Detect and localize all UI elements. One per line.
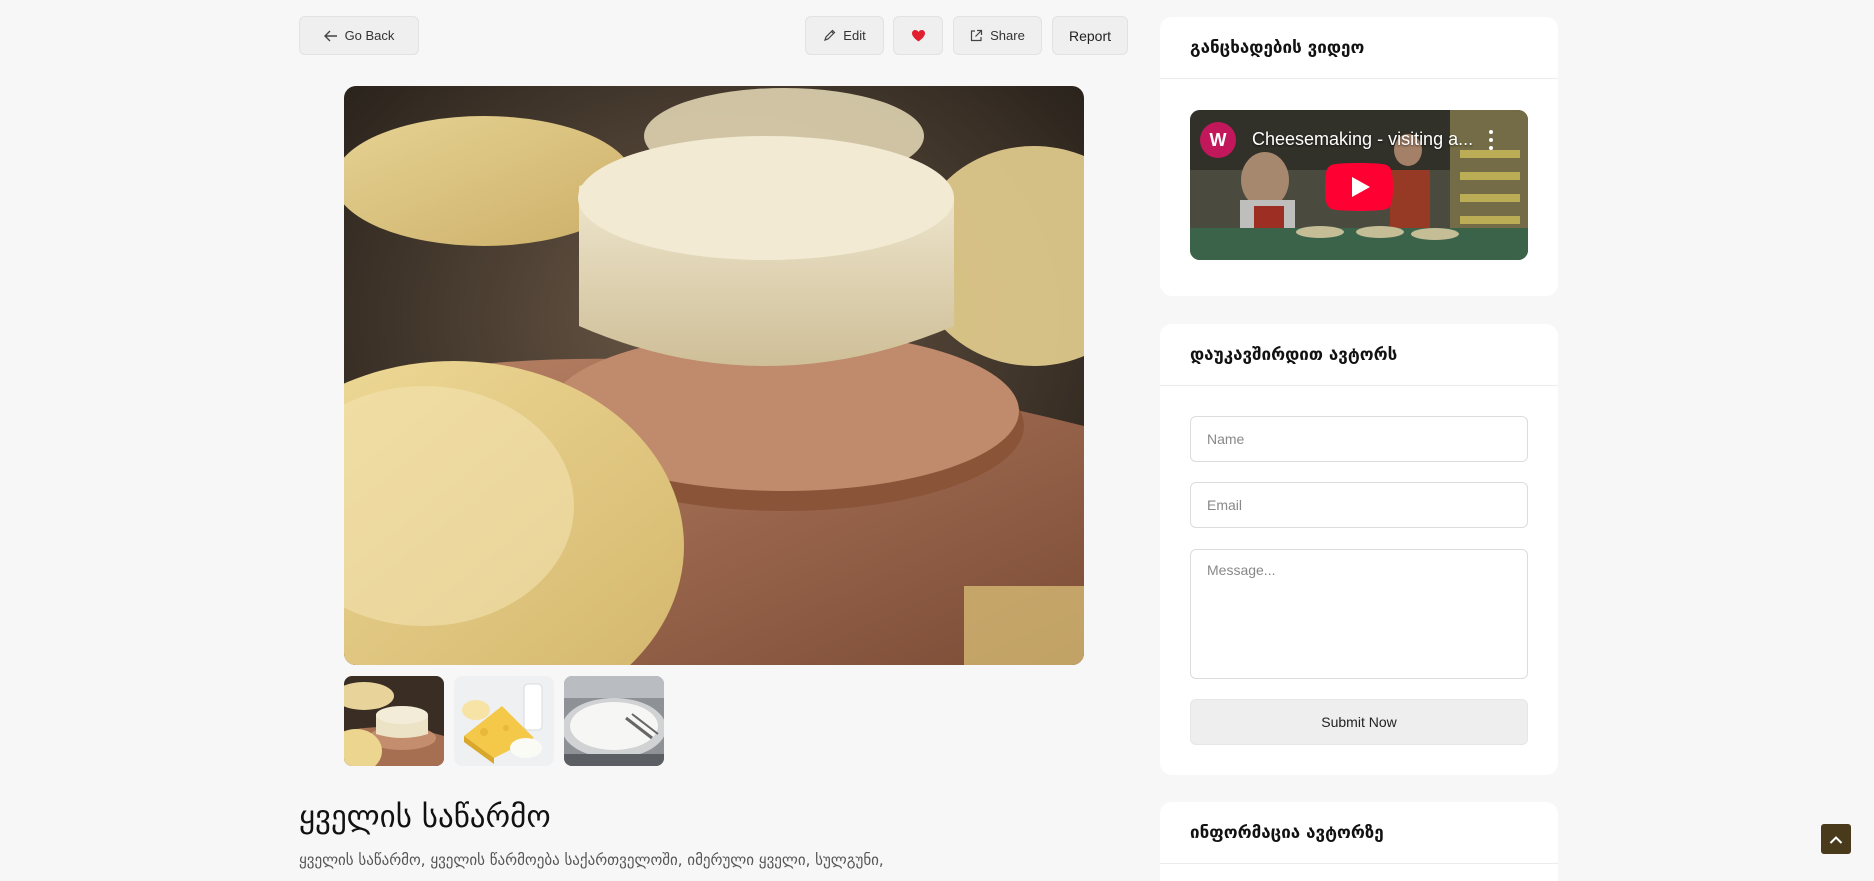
name-field[interactable]: [1190, 416, 1528, 462]
heart-icon: [911, 29, 926, 42]
edit-button[interactable]: Edit: [805, 16, 884, 55]
video-title[interactable]: Cheesemaking - visiting a...: [1252, 129, 1492, 150]
go-back-button[interactable]: Go Back: [299, 16, 419, 55]
video-card: განცხადების ვიდეო W Cheesemaking - visit…: [1160, 17, 1558, 296]
youtube-video-embed[interactable]: W Cheesemaking - visiting a...: [1190, 110, 1528, 260]
video-card-heading: განცხადების ვიდეო: [1160, 17, 1558, 79]
share-icon: [970, 29, 983, 42]
contact-card-heading: დაუკავშირდით ავტორს: [1160, 324, 1558, 386]
gallery-thumbnail[interactable]: [344, 676, 444, 766]
submit-label: Submit Now: [1321, 714, 1397, 730]
share-button[interactable]: Share: [953, 16, 1042, 55]
more-vertical-icon[interactable]: [1488, 130, 1494, 150]
message-field[interactable]: [1190, 549, 1528, 679]
gallery-thumbnail[interactable]: [564, 676, 664, 766]
scroll-to-top-button[interactable]: [1821, 824, 1851, 854]
listing-title: ყველის საწარმო: [299, 799, 551, 835]
listing-description: ყველის საწარმო, ყველის წარმოება საქართვე…: [299, 851, 884, 869]
author-info-heading: ინფორმაცია ავტორზე: [1160, 802, 1558, 864]
report-label: Report: [1068, 27, 1112, 44]
arrow-left-icon: [323, 30, 338, 42]
edit-label: Edit: [843, 28, 866, 43]
share-label: Share: [990, 28, 1025, 43]
go-back-label: Go Back: [344, 28, 395, 43]
chevron-up-icon: [1829, 830, 1843, 849]
pencil-icon: [823, 29, 836, 42]
submit-button[interactable]: Submit Now: [1190, 699, 1528, 745]
contact-author-card: დაუკავშირდით ავტორს Submit Now: [1160, 324, 1558, 775]
main-listing-photo[interactable]: [344, 86, 1084, 665]
channel-logo: W: [1200, 122, 1236, 158]
play-icon[interactable]: [1325, 163, 1393, 211]
email-field[interactable]: [1190, 482, 1528, 528]
gallery-thumbnail[interactable]: [454, 676, 554, 766]
report-button[interactable]: Report: [1052, 16, 1128, 55]
favorite-button[interactable]: [893, 16, 943, 55]
author-info-card: ინფორმაცია ავტორზე: [1160, 802, 1558, 881]
